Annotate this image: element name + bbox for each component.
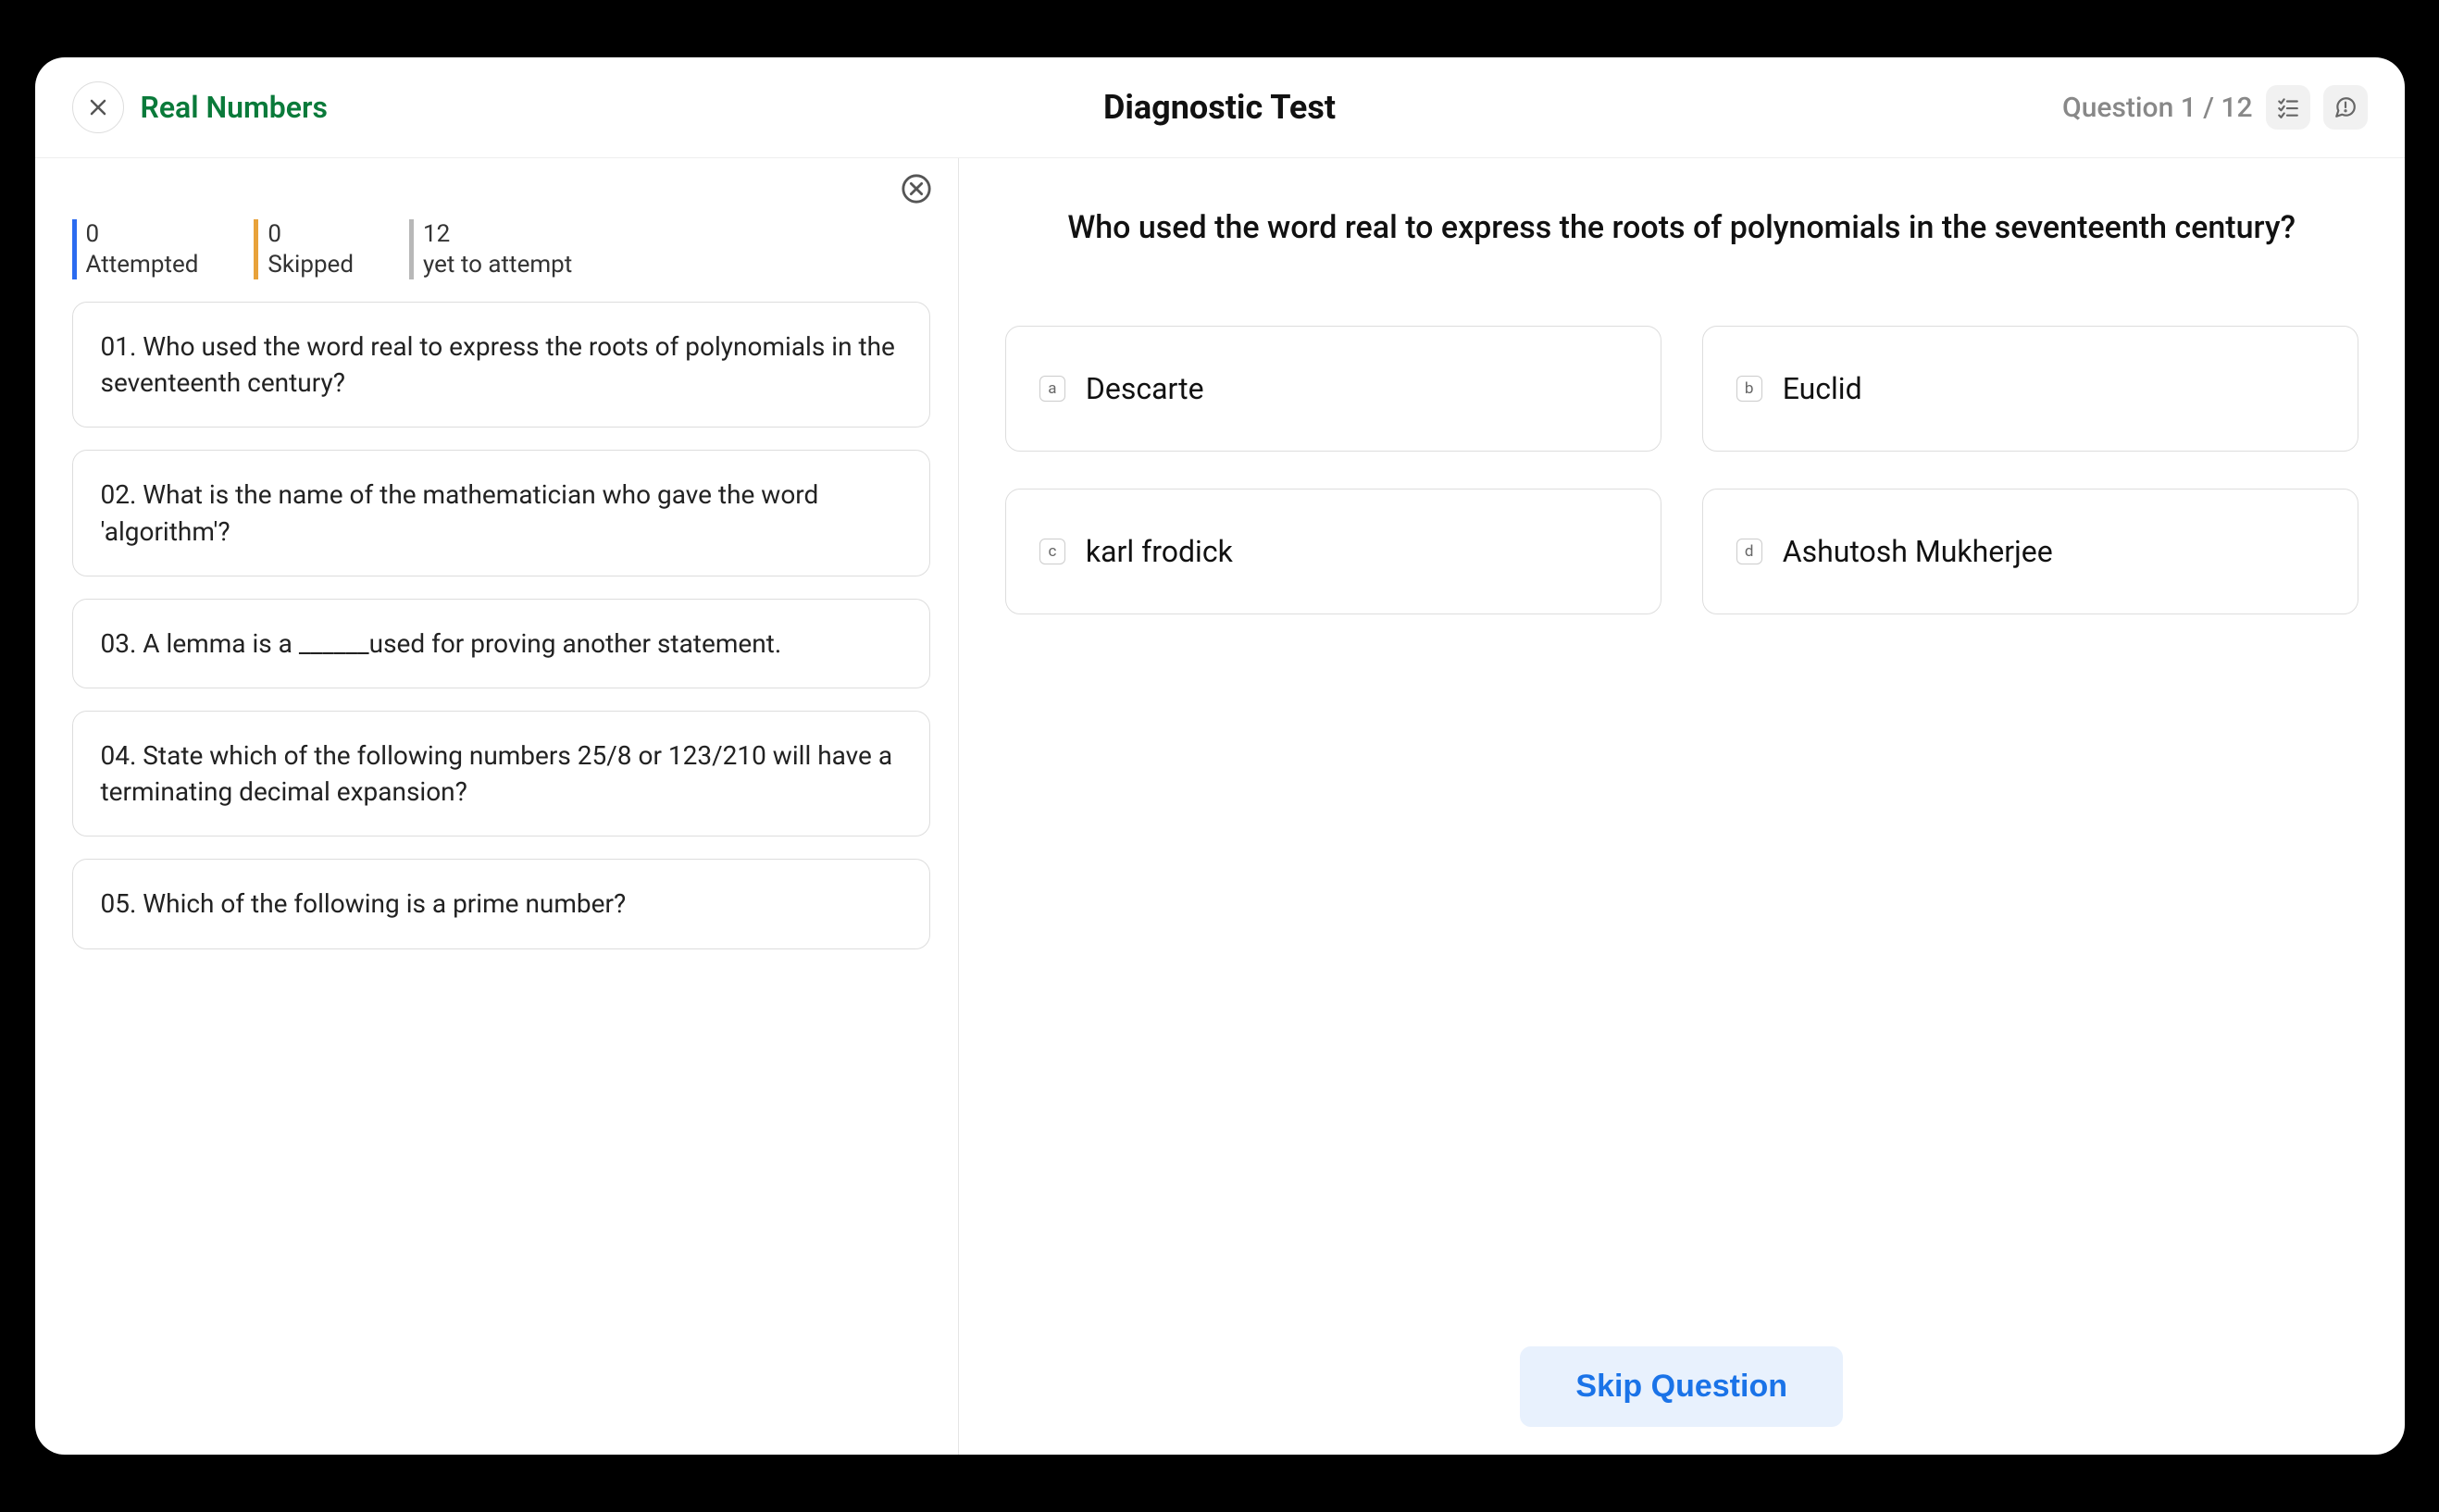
question-item[interactable]: 03. A lemma is a ______used for proving … [72,599,930,688]
skip-button-wrap: Skip Question [1005,1309,2358,1427]
option-text: karl frodick [1086,534,1233,569]
report-icon [2333,95,2358,119]
header: Real Numbers Diagnostic Test Question 1 … [35,57,2405,158]
close-button[interactable] [72,81,124,133]
circle-close-icon [901,173,932,204]
answer-option[interactable]: d Ashutosh Mukherjee [1702,489,2358,614]
close-icon [87,96,109,118]
header-left: Real Numbers [72,81,328,133]
option-letter: b [1736,376,1762,402]
answer-option[interactable]: c karl frodick [1005,489,1661,614]
stat-attempted: 0 Attempted [72,219,199,279]
stat-skipped-value: 0 [268,219,354,250]
stat-yet: 12 yet to attempt [409,219,572,279]
stat-yet-label: yet to attempt [423,250,572,280]
answer-option[interactable]: b Euclid [1702,326,2358,452]
question-item[interactable]: 05. Which of the following is a prime nu… [72,859,930,948]
answer-option[interactable]: a Descarte [1005,326,1661,452]
report-button[interactable] [2323,85,2368,130]
current-question-text: Who used the word real to express the ro… [1005,204,2358,252]
options-grid: a Descarte b Euclid c karl frodick d Ashutosh M… [1005,326,2358,614]
stat-skipped-label: Skipped [268,250,354,280]
stat-attempted-label: Attempted [86,250,199,280]
question-counter: Question 1 / 12 [2062,92,2252,124]
skip-button[interactable]: Skip Question [1520,1346,1843,1427]
stat-skipped: 0 Skipped [254,219,354,279]
option-text: Descarte [1086,371,1204,406]
question-item[interactable]: 04. State which of the following numbers… [72,711,930,837]
question-item[interactable]: 02. What is the name of the mathematicia… [72,450,930,576]
checklist-icon [2276,95,2300,119]
topic-title: Real Numbers [141,90,328,125]
app-window: Real Numbers Diagnostic Test Question 1 … [35,57,2405,1455]
stats: 0 Attempted 0 Skipped 12 yet to attempt [35,177,958,302]
main-panel: Who used the word real to express the ro… [959,158,2405,1455]
question-item[interactable]: 01. Who used the word real to express th… [72,302,930,428]
header-right: Question 1 / 12 [2062,85,2367,130]
option-letter: d [1736,539,1762,564]
sidebar: 0 Attempted 0 Skipped 12 yet to attempt … [35,158,959,1455]
option-text: Ashutosh Mukherjee [1783,534,2053,569]
option-text: Euclid [1783,371,1862,406]
question-list-toggle[interactable] [2266,85,2310,130]
question-list[interactable]: 01. Who used the word real to express th… [35,302,958,1455]
option-letter: c [1039,539,1065,564]
option-letter: a [1039,376,1065,402]
content: 0 Attempted 0 Skipped 12 yet to attempt … [35,158,2405,1455]
panel-close-button[interactable] [901,173,932,204]
stat-yet-value: 12 [423,219,572,250]
page-title: Diagnostic Test [1103,88,1336,127]
stat-attempted-value: 0 [86,219,199,250]
